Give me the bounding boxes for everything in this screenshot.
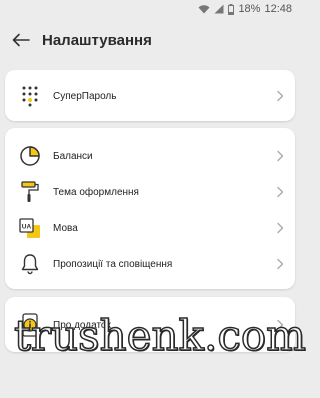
svg-text:UA: UA [22, 224, 32, 231]
settings-item-notifications[interactable]: Пропозиції та сповіщення [5, 246, 295, 282]
chevron-right-icon [277, 319, 284, 331]
signal-icon [214, 4, 224, 14]
settings-card-about: Про додаток [5, 297, 295, 352]
settings-item-language[interactable]: UA Мова [5, 210, 295, 246]
paint-roller-icon [19, 181, 41, 203]
settings-item-label: Про додаток [53, 319, 111, 331]
settings-item-superpassword[interactable]: СуперПароль [5, 78, 295, 114]
keypad-icon [19, 85, 41, 107]
battery-percentage: 18% [238, 3, 261, 15]
language-icon: UA [19, 217, 41, 239]
settings-item-theme[interactable]: Тема оформлення [5, 174, 295, 210]
settings-card-security: СуперПароль [5, 70, 295, 121]
settings-item-label: СуперПароль [53, 90, 117, 102]
settings-item-label: Тема оформлення [53, 186, 139, 198]
settings-item-label: Мова [53, 222, 78, 234]
settings-item-about[interactable]: Про додаток [5, 307, 295, 343]
chevron-right-icon [277, 258, 284, 270]
settings-item-label: Баланси [53, 150, 93, 162]
settings-item-balances[interactable]: Баланси [5, 138, 295, 174]
battery-icon [228, 3, 235, 15]
app-header: Налаштування [0, 18, 300, 62]
pie-chart-icon [19, 145, 41, 167]
chevron-right-icon [277, 150, 284, 162]
info-icon [19, 313, 41, 337]
chevron-right-icon [277, 186, 284, 198]
back-arrow-icon[interactable] [10, 29, 32, 51]
status-time: 12:48 [264, 3, 292, 15]
settings-item-label: Пропозиції та сповіщення [53, 258, 173, 270]
chevron-right-icon [277, 222, 284, 234]
bell-icon [19, 253, 41, 275]
page-title: Налаштування [42, 31, 152, 49]
wifi-icon [198, 5, 210, 14]
status-bar: 18% 12:48 [0, 0, 300, 18]
chevron-right-icon [277, 90, 284, 102]
settings-card-general: Баланси Тема оформлення UA Мова Пропозиц… [5, 128, 295, 289]
